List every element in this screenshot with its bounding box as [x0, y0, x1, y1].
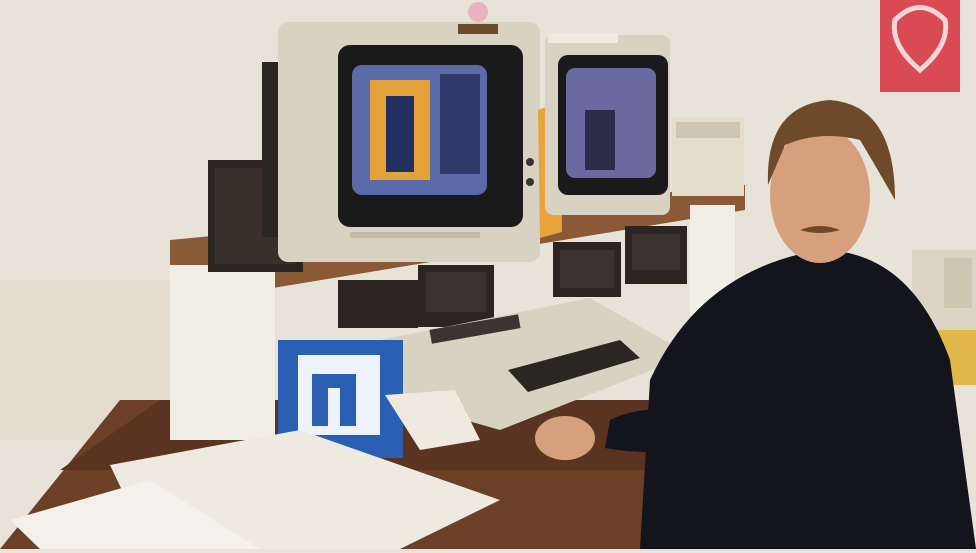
photo-scene: [0, 0, 976, 549]
printer: [672, 118, 744, 196]
poster: [880, 0, 960, 92]
crt-monitor-left: [262, 22, 540, 262]
crt-monitor-right: [545, 33, 670, 215]
